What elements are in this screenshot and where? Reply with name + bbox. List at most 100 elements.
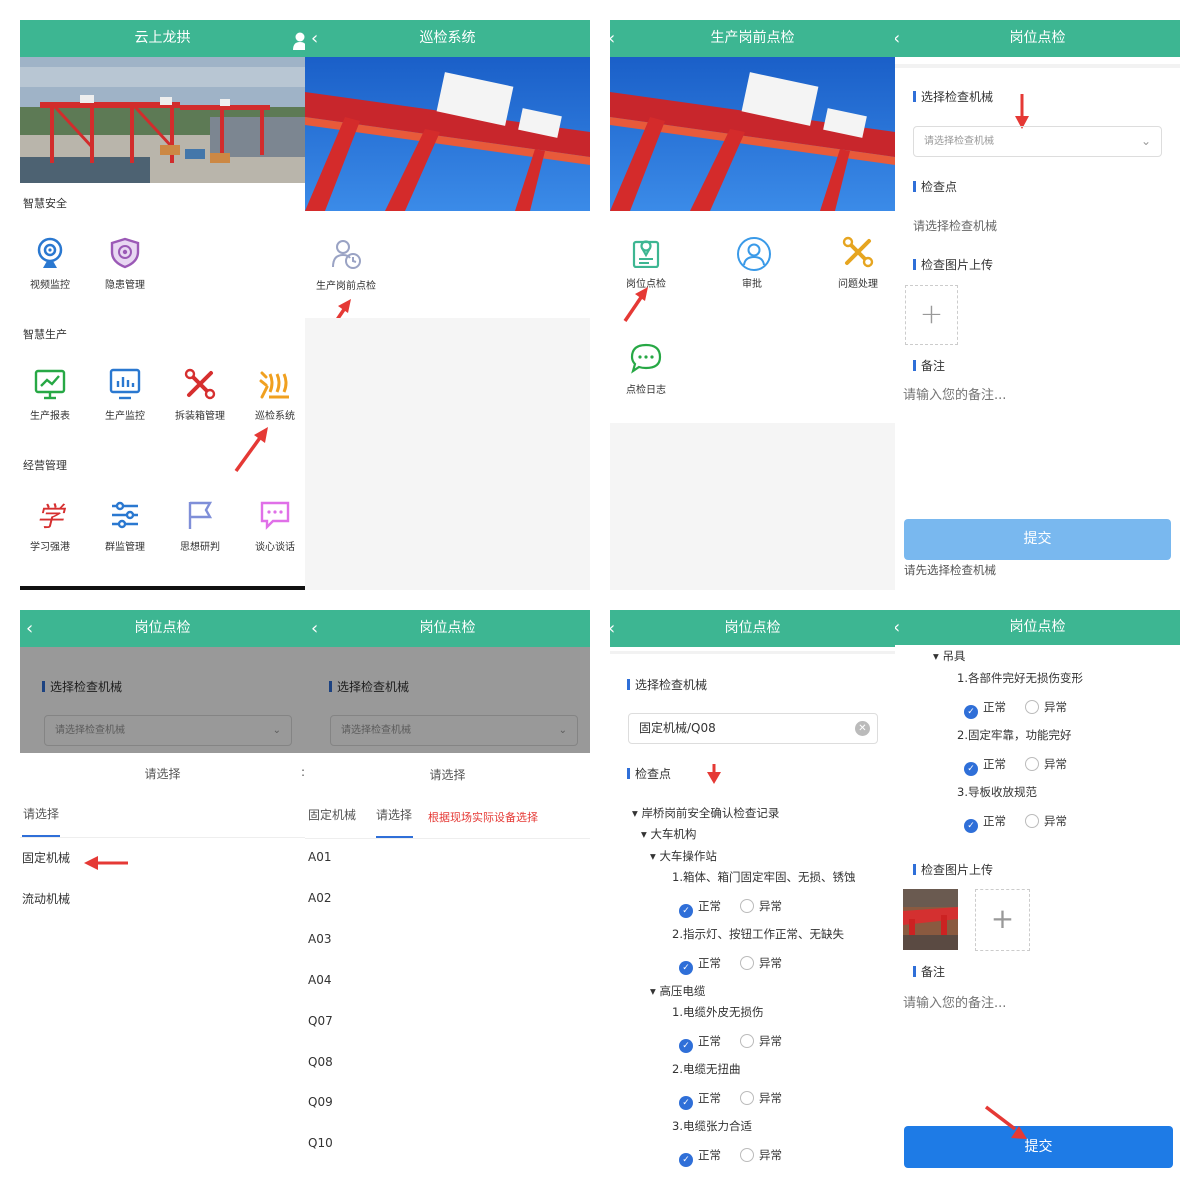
tree-root[interactable]: ▾ 岸桥岗前安全确认检查记录 (632, 805, 779, 821)
tile-hazard[interactable]: 隐患管理 (90, 237, 160, 292)
tile-monitor[interactable]: 生产监控 (90, 368, 160, 423)
overlay-mask[interactable] (20, 647, 305, 753)
option-mobile-machine[interactable]: 流动机械 (22, 890, 70, 907)
radio-abnormal[interactable]: 异常 (740, 955, 782, 971)
tile-check-log[interactable]: 点检日志 (611, 342, 681, 397)
radio-normal[interactable]: ✓ 正常 (679, 898, 721, 918)
photo-upload-button[interactable]: + (905, 285, 958, 345)
tab-please-select[interactable]: 请选择 (23, 805, 59, 822)
tile-report[interactable]: 生产报表 (20, 368, 85, 423)
radio-abnormal[interactable]: 异常 (740, 1147, 782, 1163)
tools-icon (184, 368, 216, 400)
option-q09[interactable]: Q09 (308, 1095, 333, 1109)
tile-thought[interactable]: 思想研判 (165, 499, 235, 554)
remark-input[interactable] (903, 992, 1168, 1112)
empty-area (610, 423, 895, 590)
tile-video[interactable]: 视频监控 (20, 237, 85, 292)
page-title: 岗位点检 (724, 620, 781, 636)
tile-label: 群监管理 (105, 542, 145, 553)
radio-abnormal[interactable]: 异常 (740, 1090, 782, 1106)
tile-label: 思想研判 (180, 542, 220, 553)
tile-container[interactable]: 拆装箱管理 (165, 368, 235, 423)
radio-abnormal[interactable]: 异常 (1025, 699, 1067, 715)
option-q07[interactable]: Q07 (308, 1014, 333, 1028)
option-q08[interactable]: Q08 (308, 1055, 333, 1069)
page-title: 岗位点检 (419, 620, 476, 636)
user-icon[interactable] (293, 28, 305, 50)
panel-select-machine: ‹岗位点检 选择检查机械 请选择检查机械⌄ 请选择 : 固定机械 请选择 根据现… (305, 610, 590, 1180)
tile-supervision[interactable]: 群监管理 (90, 499, 160, 554)
panel-home: 云上龙拱 智慧安全 视频监控 隐患管理 智慧生产 生产报表 生产监控 拆装箱管理… (20, 20, 305, 590)
option-a04[interactable]: A04 (308, 973, 331, 987)
tile-pre-shift-check[interactable]: 生产岗前点检 (311, 238, 381, 293)
radio-abnormal[interactable]: 异常 (740, 898, 782, 914)
machine-select[interactable]: 请选择检查机械 ⌄ (913, 126, 1162, 157)
radio-normal[interactable]: ✓ 正常 (679, 1033, 721, 1053)
check-point-hint: 请选择检查机械 (913, 219, 998, 233)
section-title: 智慧生产 (23, 328, 67, 341)
clear-icon[interactable]: ✕ (855, 721, 870, 736)
radio-normal[interactable]: ✓ 正常 (964, 699, 1006, 719)
back-icon[interactable]: ‹ (610, 610, 615, 647)
tree-node[interactable]: ▾ 吊具 (933, 648, 965, 664)
machine-select[interactable]: 固定机械/Q08 ✕ (628, 713, 878, 744)
tree-node[interactable]: ▾ 高压电缆 (650, 983, 705, 999)
close-icon[interactable]: : (305, 766, 306, 780)
tree-node[interactable]: ▾ 大车机构 (641, 826, 696, 842)
monitor-icon (109, 368, 141, 400)
radio-normal[interactable]: ✓ 正常 (964, 756, 1006, 776)
option-a03[interactable]: A03 (308, 932, 331, 946)
option-a01[interactable]: A01 (308, 850, 331, 864)
tile-label: 生产岗前点检 (316, 281, 376, 292)
radio-abnormal[interactable]: 异常 (740, 1033, 782, 1049)
chart-icon (34, 368, 66, 400)
back-icon[interactable]: ‹ (610, 20, 615, 57)
radio-abnormal[interactable]: 异常 (1025, 813, 1067, 829)
radio-normal[interactable]: ✓ 正常 (679, 955, 721, 975)
picker-title: 请选择 (144, 767, 181, 781)
option-q10[interactable]: Q10 (308, 1136, 333, 1150)
tab-fixed-machine[interactable]: 固定机械 (308, 806, 356, 823)
submit-button[interactable]: 提交 (904, 519, 1171, 560)
tile-talk[interactable]: 谈心谈话 (240, 499, 305, 554)
back-icon[interactable]: ‹ (311, 610, 318, 647)
svg-text:学: 学 (37, 502, 67, 531)
radio-normal[interactable]: ✓ 正常 (679, 1147, 721, 1167)
uploaded-photo[interactable] (903, 889, 958, 950)
back-icon[interactable]: ‹ (895, 610, 900, 645)
user-circle-icon (736, 236, 771, 271)
tree-node[interactable]: ▾ 大车操作站 (650, 848, 717, 864)
tile-post-check[interactable]: 岗位点检 (611, 236, 681, 291)
tab-please-select[interactable]: 请选择 (376, 806, 412, 823)
tile-label: 生产监控 (105, 411, 145, 422)
back-icon[interactable]: ‹ (26, 610, 33, 647)
remark-input[interactable] (903, 384, 1168, 514)
header: ‹ 岗位点检 (610, 610, 895, 647)
option-fixed-machine[interactable]: 固定机械 (22, 849, 70, 866)
tip-text: 根据现场实际设备选择 (428, 811, 538, 824)
panel-submit: ‹ 岗位点检 ▾ 吊具 1.各部件完好无损伤变形 ✓正常 异常 2.固定牢靠，功能… (895, 610, 1180, 1180)
overlay-mask[interactable] (305, 647, 590, 753)
select-label: 选择检查机械 (627, 676, 707, 693)
tile-label: 学习强港 (30, 542, 70, 553)
photo-upload-button[interactable]: + (975, 889, 1030, 951)
tile-label: 问题处理 (838, 279, 878, 290)
tile-issue-handling[interactable]: 问题处理 (823, 236, 893, 291)
tools-icon (842, 236, 874, 268)
tile-study[interactable]: 学 学习强港 (20, 499, 85, 554)
shield-icon (109, 237, 141, 269)
page-title: 云上龙拱 (134, 30, 191, 46)
tile-label: 隐患管理 (105, 280, 145, 291)
radio-normal[interactable]: ✓ 正常 (679, 1090, 721, 1110)
radio-normal[interactable]: ✓ 正常 (964, 813, 1006, 833)
check-item: 2.固定牢靠，功能完好 (957, 728, 1072, 742)
tile-inspection[interactable]: 巡检系统 (240, 368, 305, 423)
submit-button[interactable]: 提交 (904, 1126, 1173, 1168)
back-icon[interactable]: ‹ (895, 20, 900, 57)
tile-approval[interactable]: 审批 (717, 236, 787, 291)
option-a02[interactable]: A02 (308, 891, 331, 905)
radio-abnormal[interactable]: 异常 (1025, 756, 1067, 772)
check-item: 1.箱体、箱门固定牢固、无损、锈蚀 (672, 870, 856, 884)
chat-bubble-icon (630, 342, 662, 374)
back-icon[interactable]: ‹ (311, 20, 318, 57)
